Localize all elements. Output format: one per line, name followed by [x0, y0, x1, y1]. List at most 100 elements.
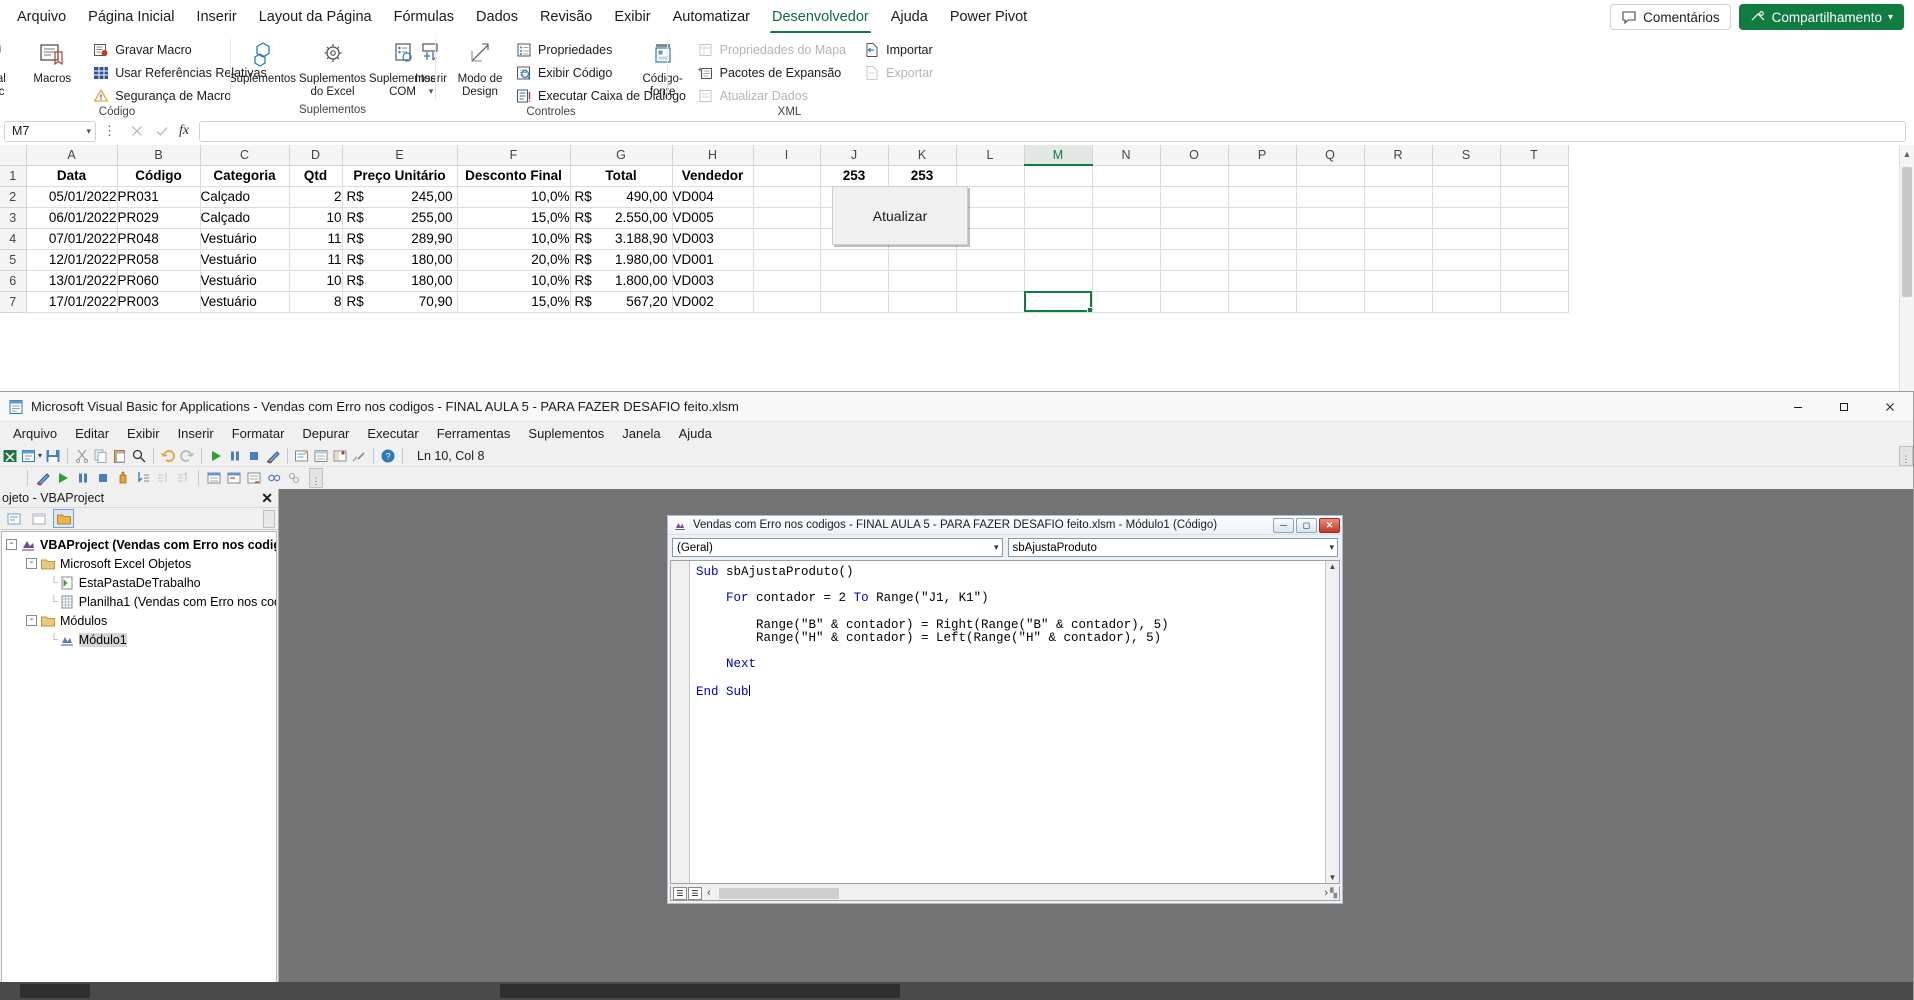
cell-O6[interactable]	[1160, 270, 1229, 292]
cell-O4[interactable]	[1160, 228, 1229, 250]
cell-G5[interactable]: R$ 1.980,00	[570, 249, 673, 271]
run-icon[interactable]	[208, 448, 224, 464]
cell-S2[interactable]	[1432, 186, 1501, 208]
cell-J6[interactable]	[820, 270, 889, 292]
toolbox-icon[interactable]	[351, 448, 367, 464]
vba-close-button[interactable]	[1867, 392, 1913, 422]
cell-D1[interactable]: Qtd	[289, 165, 343, 187]
expander-icon[interactable]: -	[26, 615, 37, 626]
cell-Q6[interactable]	[1296, 270, 1365, 292]
row-header-6[interactable]: 6	[0, 270, 27, 292]
full-module-view-icon[interactable]: ☰	[688, 886, 702, 900]
cell-D3[interactable]: 10	[289, 207, 343, 229]
cell-R1[interactable]	[1364, 165, 1433, 187]
cell-H3[interactable]: VD005	[672, 207, 754, 229]
tab-dados[interactable]: Dados	[465, 5, 529, 29]
resize-grip-icon[interactable]: ▚	[1330, 888, 1337, 899]
find-icon[interactable]	[131, 448, 147, 464]
code-window-close-button[interactable]: ✕	[1319, 517, 1340, 533]
scroll-up-arrow[interactable]: ▲	[1329, 562, 1337, 571]
tab-automatizar[interactable]: Automatizar	[662, 5, 761, 29]
cell-M2[interactable]	[1024, 186, 1093, 208]
cell-D7[interactable]: 8	[289, 291, 343, 313]
cell-T6[interactable]	[1500, 270, 1569, 292]
cell-N6[interactable]	[1092, 270, 1161, 292]
column-header-L[interactable]: L	[956, 145, 1025, 166]
column-header-R[interactable]: R	[1364, 145, 1433, 166]
cell-P6[interactable]	[1228, 270, 1297, 292]
column-header-C[interactable]: C	[200, 145, 290, 166]
tab-revisao[interactable]: Revisão	[529, 5, 603, 29]
cell-A7[interactable]: 17/01/2022	[26, 291, 118, 313]
column-header-H[interactable]: H	[672, 145, 754, 166]
toolbar-overflow-grip[interactable]: ⋮	[1899, 445, 1913, 466]
modo-de-design-button[interactable]: Modo de Design	[455, 36, 505, 102]
copy-icon[interactable]	[93, 448, 109, 464]
tab-power-pivot[interactable]: Power Pivot	[939, 5, 1038, 29]
cell-B1[interactable]: Código	[117, 165, 201, 187]
column-header-N[interactable]: N	[1092, 145, 1161, 166]
cell-K1[interactable]: 253	[888, 165, 957, 187]
cell-H5[interactable]: VD001	[672, 249, 754, 271]
cell-C5[interactable]: Vestuário	[200, 249, 290, 271]
object-browser-icon[interactable]	[332, 448, 348, 464]
cell-T2[interactable]	[1500, 186, 1569, 208]
vba-menu-suplementos[interactable]: Suplementos	[519, 424, 613, 443]
tree-node-estapastadetrabalho[interactable]: └ EstaPastaDeTrabalho	[2, 573, 276, 592]
column-header-E[interactable]: E	[342, 145, 458, 166]
cell-P1[interactable]	[1228, 165, 1297, 187]
cell-Q1[interactable]	[1296, 165, 1365, 187]
cell-G3[interactable]: R$ 2.550,00	[570, 207, 673, 229]
hscroll-track[interactable]	[713, 887, 1323, 899]
cell-O1[interactable]	[1160, 165, 1229, 187]
column-header-P[interactable]: P	[1228, 145, 1297, 166]
cell-I3[interactable]	[753, 207, 821, 229]
cell-I5[interactable]	[753, 249, 821, 271]
vba-menu-arquivo[interactable]: Arquivo	[4, 424, 66, 443]
cell-F5[interactable]: 20,0%	[457, 249, 571, 271]
row-header-2[interactable]: 2	[0, 186, 27, 208]
suplementos-do-excel-button[interactable]: Suplementos do Excel	[299, 36, 366, 102]
cell-B6[interactable]: PR060	[117, 270, 201, 292]
cell-H7[interactable]: VD002	[672, 291, 754, 313]
cell-I6[interactable]	[753, 270, 821, 292]
fx-icon[interactable]: fx	[179, 123, 189, 139]
cell-S6[interactable]	[1432, 270, 1501, 292]
cell-P5[interactable]	[1228, 249, 1297, 271]
cell-T5[interactable]	[1500, 249, 1569, 271]
cell-R2[interactable]	[1364, 186, 1433, 208]
scrollbar-thumb[interactable]	[1902, 167, 1912, 297]
cell-I4[interactable]	[753, 228, 821, 250]
exportar-button[interactable]: Exportar	[859, 63, 938, 83]
cell-S4[interactable]	[1432, 228, 1501, 250]
select-all-corner[interactable]	[0, 145, 27, 166]
row-header-4[interactable]: 4	[0, 228, 27, 250]
column-header-F[interactable]: F	[457, 145, 571, 166]
cell-S1[interactable]	[1432, 165, 1501, 187]
taskbar-item[interactable]	[20, 984, 90, 998]
chevron-down-icon[interactable]: ▾	[38, 451, 42, 460]
project-explorer-icon[interactable]	[294, 448, 310, 464]
cell-E1[interactable]: Preço Unitário	[342, 165, 458, 187]
cell-Q4[interactable]	[1296, 228, 1365, 250]
cell-B7[interactable]: PR003	[117, 291, 201, 313]
tab-formulas[interactable]: Fórmulas	[383, 5, 465, 29]
quick-watch-icon[interactable]	[266, 470, 282, 486]
propriedades-do-mapa-button[interactable]: Propriedades do Mapa	[693, 40, 851, 60]
cancel-icon[interactable]	[129, 123, 145, 139]
cell-M3[interactable]	[1024, 207, 1093, 229]
tab-layout-da-pagina[interactable]: Layout da Página	[248, 5, 383, 29]
cell-K5[interactable]	[888, 249, 957, 271]
watch-window-icon[interactable]	[246, 470, 262, 486]
cell-L5[interactable]	[956, 249, 1025, 271]
design-mode-icon[interactable]	[35, 470, 51, 486]
cell-J5[interactable]	[820, 249, 889, 271]
design-mode-icon[interactable]	[265, 448, 281, 464]
cell-G1[interactable]: Total	[570, 165, 673, 187]
vba-menu-depurar[interactable]: Depurar	[293, 424, 358, 443]
properties-window-icon[interactable]	[313, 448, 329, 464]
cell-N4[interactable]	[1092, 228, 1161, 250]
cell-E7[interactable]: R$ 70,90	[342, 291, 458, 313]
cell-P2[interactable]	[1228, 186, 1297, 208]
cell-C1[interactable]: Categoria	[200, 165, 290, 187]
